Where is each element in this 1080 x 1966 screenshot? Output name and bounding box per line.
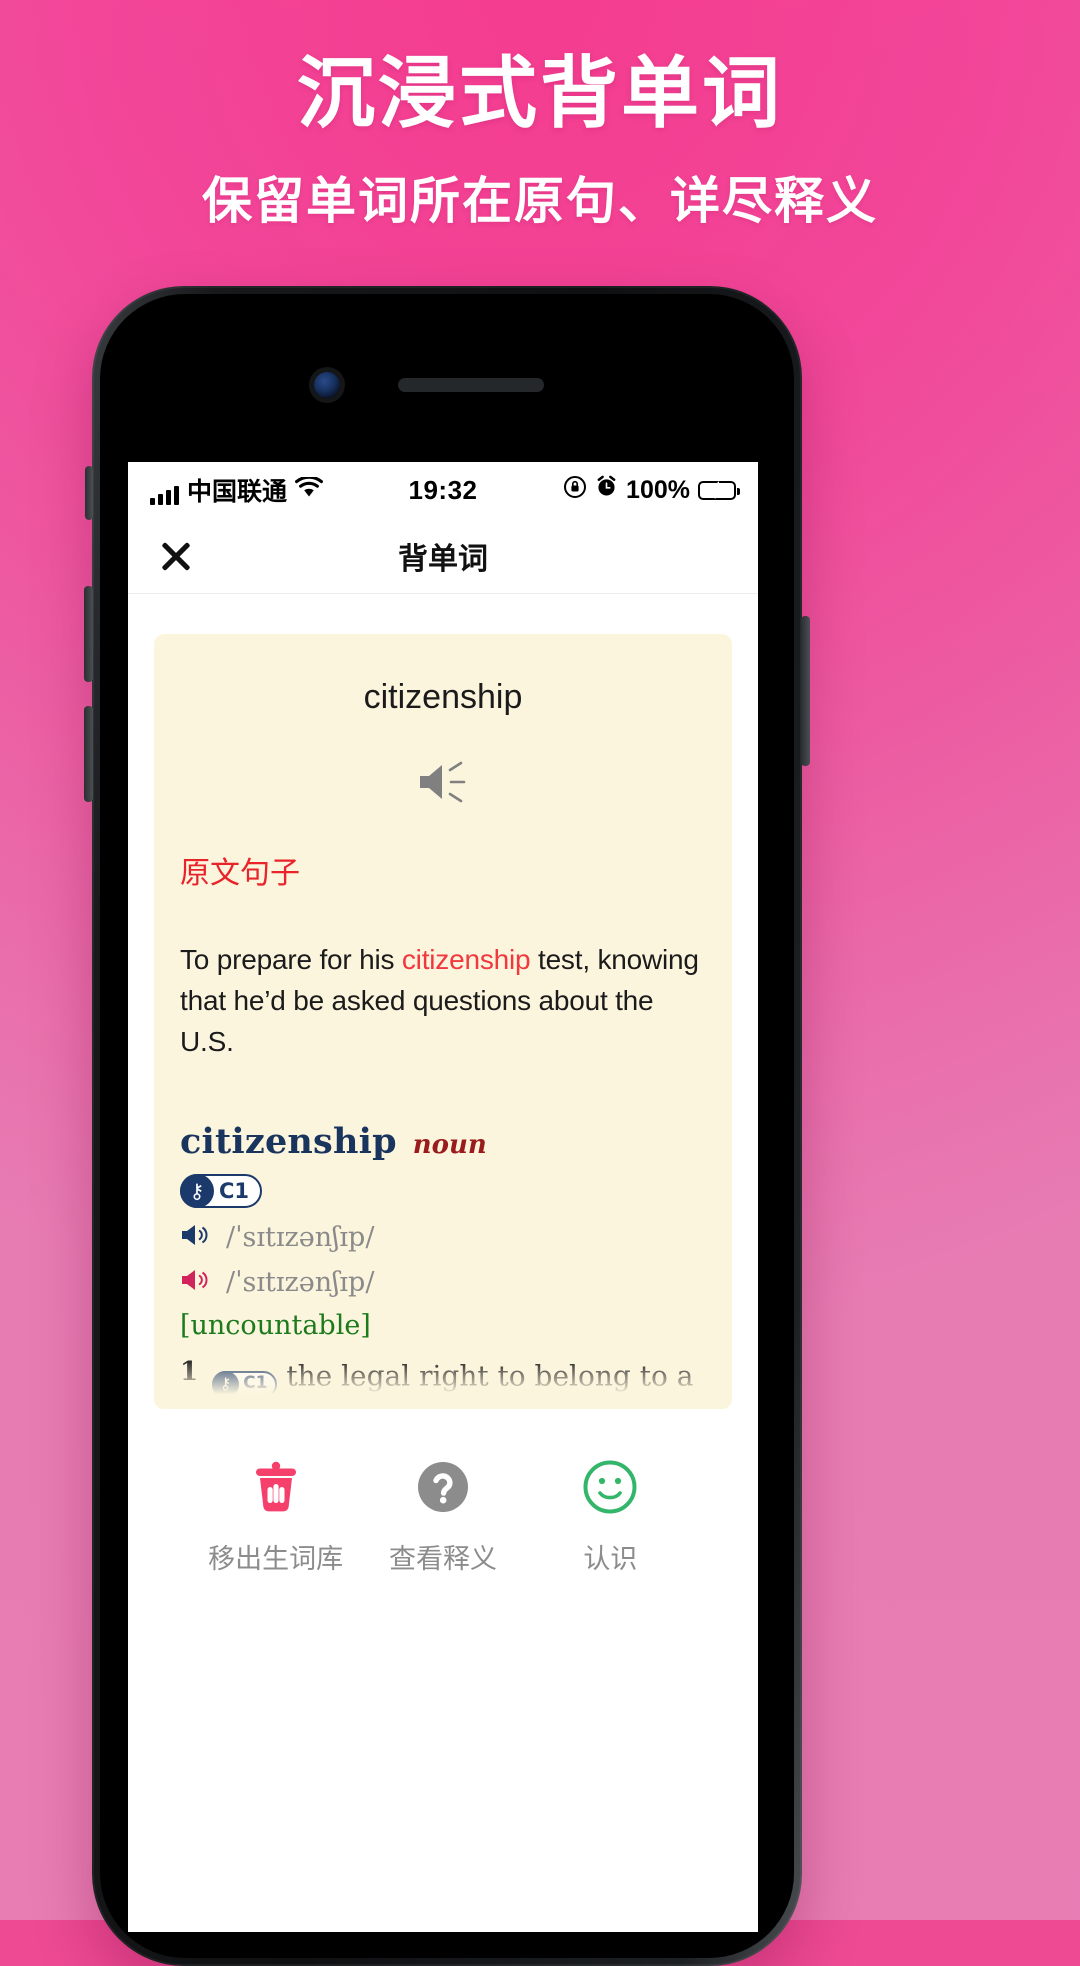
promo-subtitle: 保留单词所在原句、详尽释义 bbox=[202, 171, 878, 231]
question-icon bbox=[368, 1455, 518, 1519]
headword: citizenship bbox=[363, 678, 523, 716]
mute-switch[interactable] bbox=[85, 466, 93, 520]
earpiece-speaker bbox=[398, 378, 544, 392]
dictionary-word: citizenship bbox=[180, 1120, 397, 1162]
dictionary-headline: citizenship noun bbox=[180, 1121, 706, 1162]
phone-screen: 中国联通 19:32 100% 背单词 citizenship 原文句子 To … bbox=[128, 462, 758, 1932]
trash-icon bbox=[201, 1455, 351, 1519]
speaker-us-icon[interactable] bbox=[180, 1267, 212, 1297]
smiley-icon bbox=[535, 1455, 685, 1519]
cefr-level: C1 bbox=[219, 1178, 250, 1203]
know-word-label: 认识 bbox=[583, 1544, 638, 1575]
sentence-highlight-word: citizenship bbox=[401, 944, 531, 975]
main-content: citizenship 原文句子 To prepare for his citi… bbox=[128, 594, 758, 1744]
oxford-key-icon: ⚷ bbox=[180, 1173, 214, 1208]
power-button[interactable] bbox=[801, 616, 810, 766]
cefr-badge: ⚷ C1 bbox=[180, 1173, 263, 1208]
nav-bar: 背单词 bbox=[128, 518, 758, 594]
ipa-uk: /ˈsɪtɪzənʃɪp/ bbox=[226, 1221, 375, 1253]
front-camera bbox=[314, 372, 340, 398]
sentence-part-before: To prepare for his bbox=[180, 944, 402, 975]
know-word-button[interactable]: 认识 bbox=[535, 1455, 685, 1576]
pronounce-row bbox=[180, 761, 706, 808]
battery-charging-icon bbox=[698, 480, 740, 500]
remove-from-wordbook-button[interactable]: 移出生词库 bbox=[201, 1455, 351, 1576]
view-definition-button[interactable]: 查看释义 bbox=[368, 1455, 518, 1576]
speaker-icon[interactable] bbox=[416, 761, 470, 808]
original-sentence-label: 原文句子 bbox=[180, 857, 300, 890]
volume-up-button[interactable] bbox=[84, 586, 93, 682]
status-bar-clock: 19:32 bbox=[408, 474, 478, 505]
original-sentence: To prepare for his citizenship test, kno… bbox=[180, 940, 706, 1063]
phone-mockup: 中国联通 19:32 100% 背单词 citizenship 原文句子 To … bbox=[84, 286, 810, 1966]
speaker-uk-icon[interactable] bbox=[180, 1222, 212, 1252]
pronunciation-us[interactable]: /ˈsɪtɪzənʃɪp/ bbox=[180, 1267, 706, 1298]
part-of-speech: noun bbox=[412, 1129, 487, 1160]
ipa-us: /ˈsɪtɪzənʃɪp/ bbox=[226, 1266, 375, 1298]
grammar-label: [uncountable] bbox=[180, 1309, 371, 1341]
view-definition-label: 查看释义 bbox=[388, 1544, 497, 1575]
action-toolbar: 移出生词库 查看释义 认识 bbox=[154, 1455, 732, 1576]
card-fade-overlay bbox=[154, 1357, 732, 1409]
promo-title: 沉浸式背单词 bbox=[296, 48, 783, 139]
remove-from-wordbook-label: 移出生词库 bbox=[208, 1544, 344, 1575]
promo-headline-block: 沉浸式背单词 保留单词所在原句、详尽释义 bbox=[0, 0, 1080, 233]
status-bar: 中国联通 19:32 100% bbox=[128, 462, 758, 518]
page-title: 背单词 bbox=[398, 542, 488, 576]
close-icon[interactable] bbox=[156, 536, 196, 576]
volume-down-button[interactable] bbox=[84, 706, 93, 802]
pronunciation-uk[interactable]: /ˈsɪtɪzənʃɪp/ bbox=[180, 1222, 706, 1253]
word-card[interactable]: citizenship 原文句子 To prepare for his citi… bbox=[154, 634, 732, 1409]
